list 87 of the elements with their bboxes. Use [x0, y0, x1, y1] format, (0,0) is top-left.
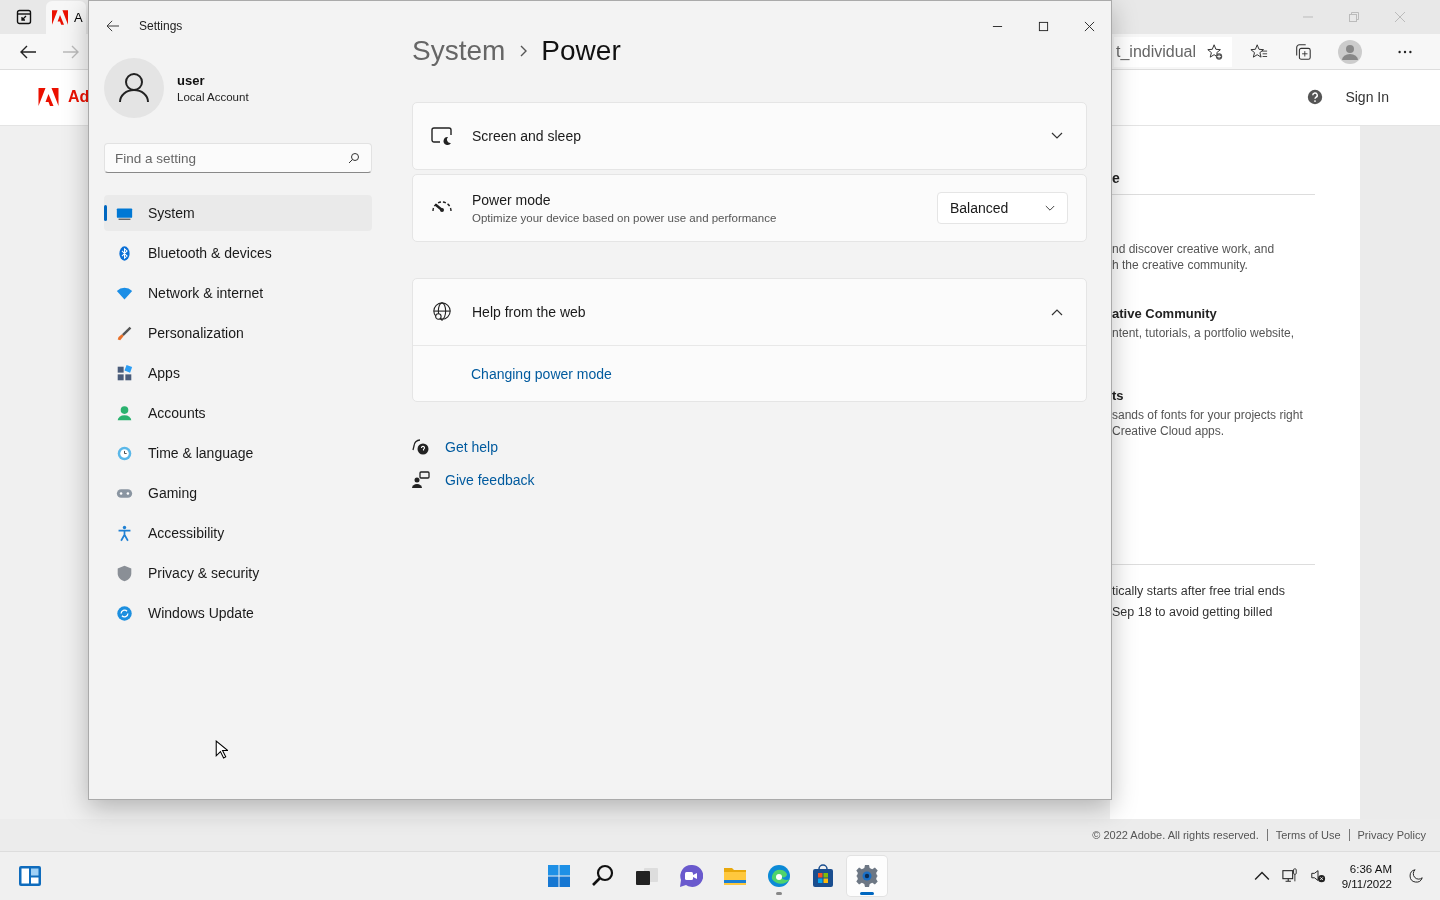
logo-icon: [52, 10, 68, 26]
windows-logo-icon: [546, 864, 571, 888]
breadcrumb-link[interactable]: System: [412, 35, 506, 67]
nav-item[interactable]: Accounts: [104, 395, 372, 431]
monitor-moon-icon: [431, 126, 453, 146]
sync-icon: [116, 604, 133, 622]
nav-item[interactable]: System: [104, 195, 372, 231]
feature-title: ative Community: [1112, 305, 1218, 321]
nav-item[interactable]: Time & language: [104, 435, 372, 471]
bluetooth-icon: [116, 244, 133, 262]
help-icon[interactable]: [1306, 88, 1325, 107]
copyright-text: © 2022 Adobe. All rights reserved.: [1092, 829, 1259, 842]
maximize-icon[interactable]: [1038, 20, 1049, 32]
user-name: user: [177, 73, 206, 88]
body-text: h the creative community.: [1112, 256, 1249, 273]
back-icon[interactable]: [19, 43, 37, 60]
tab-title: A: [74, 10, 83, 26]
shield-icon: [116, 564, 133, 582]
globe-clock-icon: [116, 444, 133, 462]
chat-icon: [678, 864, 703, 888]
address-bar[interactable]: t_individual: [1114, 36, 1232, 67]
globe-search-icon: [431, 302, 453, 322]
nav-item[interactable]: Accessibility: [104, 515, 372, 551]
body-text: ntent, tutorials, a portfolio website,: [1112, 324, 1296, 341]
help-link[interactable]: Give feedback: [445, 472, 535, 488]
expander-header[interactable]: Help from the web: [413, 279, 1086, 345]
brush-icon: [116, 324, 133, 342]
nav-item[interactable]: Bluetooth & devices: [104, 235, 372, 271]
sign-in-link[interactable]: Sign In: [1345, 89, 1389, 106]
chevron-icon: [519, 45, 528, 57]
help-link[interactable]: Changing power mode: [471, 365, 612, 382]
browser-icon: [766, 864, 791, 888]
person-icon: [116, 404, 133, 422]
profile-icon[interactable]: [1338, 39, 1362, 64]
favorites-icon[interactable]: [1250, 42, 1268, 61]
footer-link[interactable]: Terms of Use: [1275, 829, 1341, 842]
chevron-down-icon: [1045, 204, 1055, 212]
nav-item[interactable]: Network & internet: [104, 275, 372, 311]
widgets-icon[interactable]: [18, 864, 42, 888]
card-title: Power mode: [472, 192, 552, 208]
logo-text: Ad: [68, 88, 90, 107]
network-icon[interactable]: [1281, 868, 1298, 884]
search-field[interactable]: Find a setting: [104, 143, 372, 173]
card-title: Screen and sleep: [472, 128, 581, 144]
chevron-down-icon: [1051, 132, 1063, 140]
close-icon[interactable]: [1084, 20, 1095, 32]
body-text: nd discover creative work, and: [1112, 240, 1276, 257]
clock[interactable]: 6:36 AM 9/11/2022: [1341, 862, 1392, 890]
trial-note: tically starts after free trial ends: [1112, 582, 1286, 600]
nav-item[interactable]: Personalization: [104, 315, 372, 351]
window-title: Settings: [139, 19, 183, 33]
back-icon[interactable]: [106, 20, 120, 32]
nav-item[interactable]: Windows Update: [104, 595, 372, 631]
card-description: Optimize your device based on power use and performance: [472, 212, 777, 224]
chevron-up-icon: [1051, 308, 1063, 316]
help-chat-icon: [412, 438, 430, 456]
moon-icon[interactable]: [1408, 868, 1424, 884]
apps-grid-icon: [116, 364, 133, 382]
speaker-muted-icon[interactable]: [1309, 868, 1326, 884]
account-type: Local Account: [177, 91, 249, 103]
help-link[interactable]: Get help: [445, 439, 498, 455]
page-title: Power: [541, 35, 621, 67]
gear-icon: [854, 864, 879, 888]
feature-title: ts: [1112, 387, 1125, 403]
trial-note: Sep 18 to avoid getting billed: [1112, 603, 1274, 621]
nav-item[interactable]: Apps: [104, 355, 372, 391]
browser-tab[interactable]: A: [46, 1, 86, 35]
logo-icon: [38, 88, 59, 107]
feedback-icon: [412, 471, 430, 489]
power-mode-dropdown[interactable]: Balanced: [937, 192, 1068, 224]
search-icon: [590, 864, 615, 888]
star-add-icon[interactable]: [1206, 42, 1224, 61]
expander-header[interactable]: Screen and sleep: [413, 103, 1086, 169]
footer-link[interactable]: Privacy Policy: [1357, 829, 1426, 842]
body-text: Creative Cloud apps.: [1112, 422, 1226, 439]
accessibility-icon: [116, 524, 133, 542]
search-icon: [348, 152, 360, 164]
card-title: Help from the web: [472, 304, 586, 320]
body-text: sands of fonts for your projects right: [1112, 406, 1304, 423]
store-bag-icon: [810, 864, 835, 888]
nav-item[interactable]: Privacy & security: [104, 555, 372, 591]
section-heading: e: [1112, 169, 1121, 186]
collections-icon[interactable]: [1294, 42, 1312, 61]
tab-actions-icon[interactable]: [16, 9, 32, 26]
avatar-icon[interactable]: [104, 58, 164, 118]
nav-item[interactable]: Gaming: [104, 475, 372, 511]
cursor-icon: [215, 740, 228, 759]
